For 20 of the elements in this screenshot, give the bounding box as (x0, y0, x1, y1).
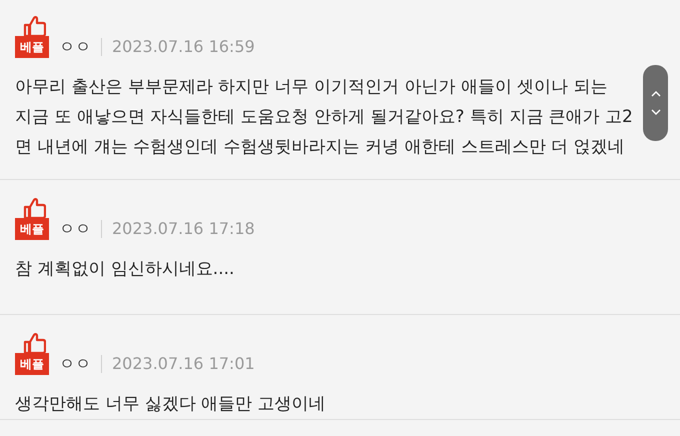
author-name: ㅇㅇ (59, 353, 91, 375)
best-badge: 베플 (15, 36, 49, 58)
chevron-up-icon (650, 91, 660, 97)
scroll-button[interactable] (643, 65, 668, 141)
comment-text: 참 계획없이 임신하시네요.... (15, 258, 234, 281)
best-badge: 베플 (15, 218, 49, 240)
best-badge: 베플 (15, 353, 49, 375)
comment-date: 2023.07.16 16:59 (112, 36, 255, 58)
comment-text: 생각만해도 너무 싫겠다 애들만 고생이네 (15, 393, 326, 416)
author-name: ㅇㅇ (59, 36, 91, 58)
thumbs-up-icon (22, 198, 46, 218)
comment-text: 지금 또 애낳으면 자식들한테 도움요청 안하게 될거같아요? 특히 지금 큰애가 고2 (15, 106, 633, 129)
comment-date: 2023.07.16 17:18 (112, 218, 255, 240)
comment-text: 아무리 출산은 부부문제라 하지만 너무 이기적인거 아닌가 애들이 셋이나 되는 (15, 76, 608, 99)
thumbs-up-icon (22, 333, 46, 353)
comment-date: 2023.07.16 17:01 (112, 353, 255, 375)
author-name: ㅇㅇ (59, 218, 91, 240)
thumbs-up-icon (22, 16, 46, 36)
chevron-down-icon (650, 109, 660, 115)
comment-text: 면 내년에 걔는 수험생인데 수험생뒷바라지는 커녕 애한테 스트레스만 더 얹겠네 (15, 136, 625, 159)
